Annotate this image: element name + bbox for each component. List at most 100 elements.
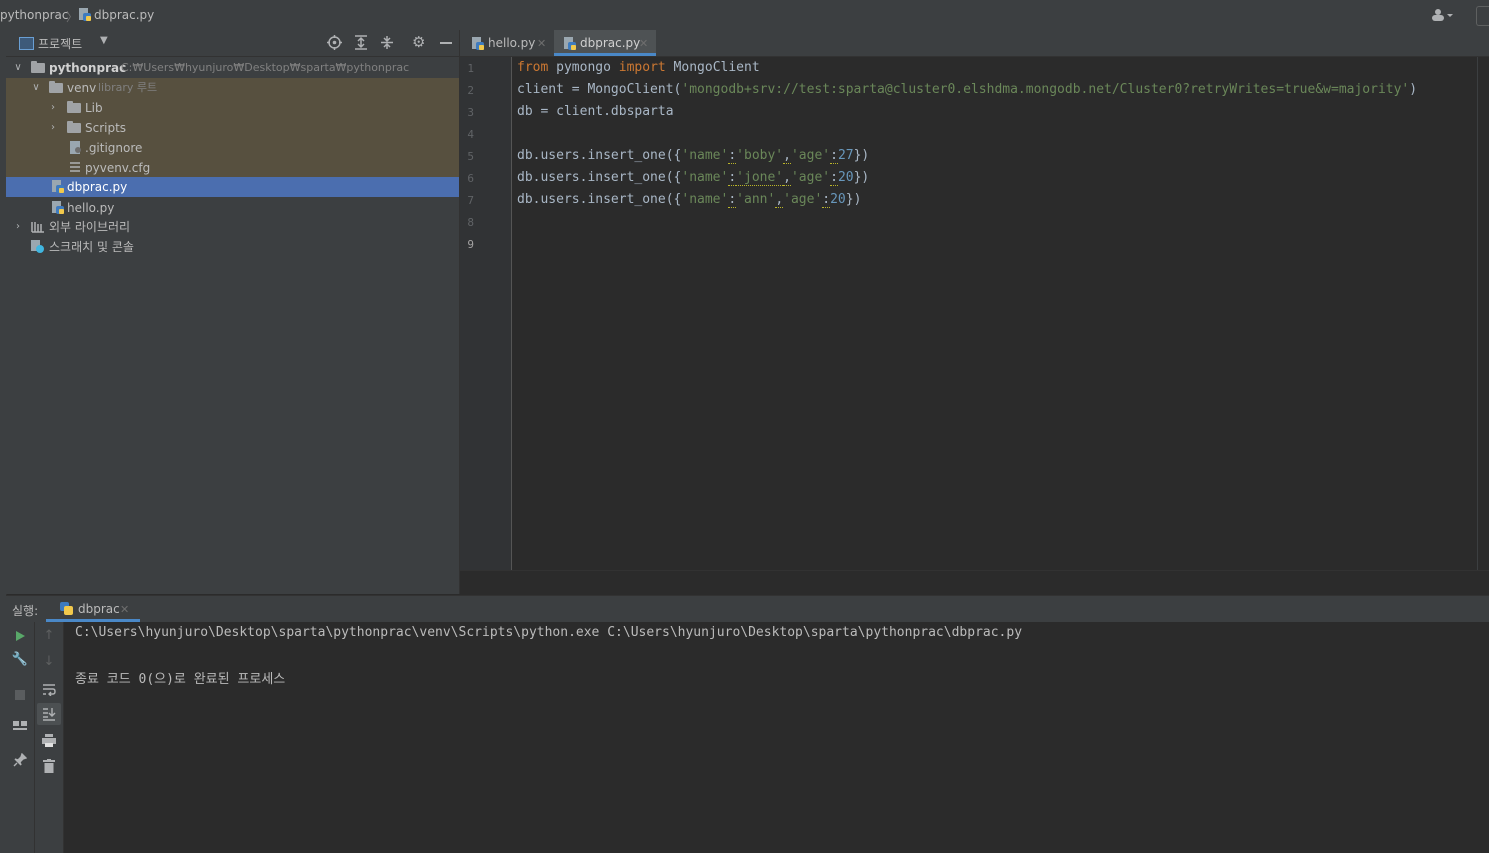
collapse-all-icon[interactable] — [380, 35, 394, 50]
run-toolbar-secondary: ↑ ↓ — [35, 622, 64, 853]
run-console[interactable]: C:\Users\hyunjuro\Desktop\sparta\pythonp… — [64, 622, 1489, 853]
tree-item-label: .gitignore — [85, 141, 143, 155]
tab-label: dbprac.py — [580, 36, 641, 50]
toolbar-overflow[interactable] — [1476, 6, 1489, 26]
tree-item-dbprac[interactable]: dbprac.py — [6, 177, 459, 197]
code-text: : — [830, 170, 838, 186]
chevron-right-icon[interactable]: › — [47, 98, 59, 118]
config-file-icon — [70, 162, 80, 172]
chevron-right-icon[interactable]: › — [47, 118, 59, 138]
tree-item-venv[interactable]: ∨ venv library 루트 — [6, 78, 459, 98]
code-editor[interactable]: from pymongo import MongoClient client =… — [512, 57, 1477, 570]
tab-dbprac-py[interactable]: dbprac.py ✕ — [554, 30, 656, 56]
tree-item-label: 외부 라이브러리 — [49, 220, 131, 234]
project-view-label[interactable]: 프로젝트 — [38, 35, 82, 52]
code-line-3: db = client.dbsparta — [517, 104, 674, 119]
tree-item-label: pyvenv.cfg — [85, 161, 151, 175]
code-text: : — [822, 192, 831, 208]
line-number: 6 — [467, 172, 474, 185]
run-tab-label: dbprac — [78, 602, 120, 616]
code-text: client = MongoClient( — [517, 82, 682, 97]
code-text: , — [775, 192, 784, 208]
minimize-icon[interactable] — [440, 42, 452, 44]
locate-icon[interactable] — [327, 35, 342, 50]
tree-item-gitignore[interactable]: .gitignore — [6, 138, 459, 158]
python-file-icon — [472, 37, 484, 50]
console-line-command: C:\Users\hyunjuro\Desktop\sparta\pythonp… — [75, 625, 1023, 640]
python-file-icon — [79, 8, 91, 21]
string-literal: 'mongodb+srv://test:sparta@cluster0.elsh… — [681, 82, 1410, 97]
run-panel-label: 실행: — [12, 604, 39, 618]
tab-hello-py[interactable]: hello.py ✕ — [460, 30, 552, 56]
editor-footer — [460, 570, 1489, 595]
user-icon[interactable] — [1432, 9, 1456, 21]
code-line-1: from pymongo import MongoClient — [517, 60, 760, 75]
python-icon — [60, 602, 73, 615]
tree-item-scratches[interactable]: 스크래치 및 콘솔 — [6, 237, 459, 257]
code-line-2: client = MongoClient('mongodb+srv://test… — [517, 82, 1417, 97]
import-name: MongoClient — [665, 60, 760, 75]
code-line-7: db.users.insert_one({'name':'ann','age':… — [517, 192, 861, 208]
breadcrumb-file[interactable]: dbprac.py — [94, 8, 154, 22]
line-number: 3 — [467, 106, 474, 119]
code-text: : — [830, 148, 838, 164]
code-text: }) — [853, 170, 870, 185]
python-file-icon — [52, 201, 64, 214]
code-text: : — [728, 148, 737, 164]
line-number-gutter: 1 2 3 4 5 6 7 8 9 — [460, 57, 512, 570]
tree-item-label: hello.py — [67, 201, 115, 215]
settings-icon[interactable]: ⚙ — [412, 33, 425, 51]
view-dropdown-icon[interactable]: ▼ — [100, 35, 108, 46]
chevron-right-icon[interactable]: › — [12, 217, 24, 237]
python-file-icon — [564, 37, 576, 50]
arrow-down-icon[interactable]: ↓ — [35, 654, 63, 669]
layout-icon[interactable] — [13, 721, 27, 733]
scroll-to-end-icon[interactable] — [42, 707, 56, 721]
tree-item-pyvenv[interactable]: pyvenv.cfg — [6, 158, 459, 178]
close-icon[interactable]: ✕ — [639, 30, 648, 57]
chevron-down-icon[interactable]: ∨ — [30, 78, 42, 98]
tree-item-lib[interactable]: › Lib — [6, 98, 459, 118]
wrench-icon[interactable]: 🔧 — [6, 652, 34, 667]
tree-item-label: dbprac.py — [67, 180, 128, 194]
close-icon[interactable]: ✕ — [537, 30, 546, 57]
tree-item-label: Lib — [85, 101, 103, 115]
string-literal: 'name' — [681, 192, 729, 207]
arrow-up-icon[interactable]: ↑ — [35, 628, 63, 643]
tab-label: hello.py — [488, 36, 536, 50]
module-name: pymongo — [548, 60, 619, 75]
editor-scrollbar[interactable] — [1477, 57, 1489, 570]
number-literal: 20 — [830, 192, 846, 207]
code-text: : — [728, 192, 737, 208]
run-panel-header: 실행: dbprac ✕ — [6, 595, 1489, 623]
pin-icon[interactable] — [13, 753, 27, 767]
code-text: , — [783, 148, 791, 164]
breadcrumb-separator: 〉 — [66, 10, 79, 24]
expand-all-icon[interactable] — [354, 35, 368, 50]
project-panel: 프로젝트 ▼ ⚙ ∨ pythonprac C:₩Users₩hyunjuro₩… — [6, 30, 460, 594]
string-literal: 'boby' — [736, 148, 784, 163]
close-icon[interactable]: ✕ — [120, 603, 129, 616]
number-literal: 27 — [837, 148, 854, 163]
code-text: : — [728, 170, 737, 186]
stop-icon[interactable] — [15, 690, 25, 700]
tree-item-scripts[interactable]: › Scripts — [6, 118, 459, 138]
line-number: 7 — [467, 194, 474, 207]
tree-item-hello[interactable]: hello.py — [6, 198, 459, 218]
tree-item-external-libraries[interactable]: › 외부 라이브러리 — [6, 217, 459, 237]
print-icon[interactable] — [42, 734, 56, 747]
run-tab-dbprac[interactable]: dbprac ✕ — [46, 596, 140, 622]
tree-item-label: pythonprac — [49, 61, 127, 75]
folder-icon — [67, 101, 81, 113]
folder-icon — [67, 121, 81, 133]
breadcrumb-project[interactable]: pythonprac — [0, 8, 68, 22]
navigation-bar: pythonprac 〉 dbprac.py — [0, 0, 1489, 31]
code-line-5: db.users.insert_one({'name':'boby','age'… — [517, 148, 869, 164]
trash-icon[interactable] — [43, 759, 55, 773]
soft-wrap-icon[interactable] — [42, 683, 56, 696]
string-literal: 'jone' — [736, 170, 784, 186]
chevron-down-icon[interactable]: ∨ — [12, 58, 24, 78]
tree-item-root[interactable]: ∨ pythonprac C:₩Users₩hyunjuro₩Desktop₩s… — [6, 58, 459, 78]
run-icon[interactable] — [14, 630, 26, 642]
project-panel-header: 프로젝트 ▼ ⚙ — [6, 30, 459, 57]
